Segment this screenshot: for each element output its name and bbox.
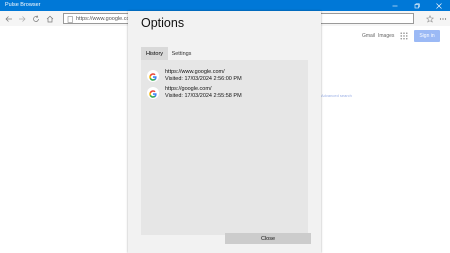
- address-input-value: https://www.google.com: [76, 15, 135, 22]
- page-icon: [67, 15, 73, 23]
- options-dialog: Options History Settings https://www.goo…: [128, 11, 321, 253]
- more-menu-icon: [439, 17, 446, 20]
- history-list: https://www.google.com/ Visited: 17/03/2…: [141, 60, 308, 235]
- google-g-icon: [147, 70, 159, 82]
- history-item-url: https://google.com/: [165, 86, 212, 92]
- close-window-button[interactable]: [428, 0, 450, 11]
- images-link[interactable]: Images: [378, 33, 394, 39]
- minimize-icon: [392, 5, 398, 6]
- history-item-visited: Visited: 17/03/2024 2:56:00 PM: [165, 76, 242, 82]
- tab-history[interactable]: History: [141, 47, 168, 60]
- google-g-icon: [147, 87, 159, 99]
- apps-grid-icon[interactable]: [400, 32, 408, 40]
- back-button[interactable]: [3, 13, 14, 24]
- gmail-link[interactable]: Gmail: [362, 33, 375, 39]
- maximize-icon: [414, 3, 420, 8]
- maximize-button[interactable]: [406, 0, 428, 11]
- home-button[interactable]: [44, 13, 55, 24]
- tab-settings[interactable]: Settings: [168, 47, 195, 60]
- back-arrow-icon: [5, 15, 12, 22]
- window-title: Pulse Browser: [5, 2, 41, 8]
- close-button[interactable]: Close: [225, 233, 311, 244]
- favorite-button[interactable]: [424, 13, 435, 24]
- history-item-visited: Visited: 17/03/2024 2:55:58 PM: [165, 93, 242, 99]
- home-icon: [46, 15, 53, 22]
- sign-in-button[interactable]: Sign in: [414, 30, 440, 42]
- dialog-title: Options: [141, 16, 185, 30]
- advanced-search-link[interactable]: Advanced search: [321, 93, 352, 98]
- more-menu-button[interactable]: [437, 13, 448, 24]
- forward-button[interactable]: [16, 13, 27, 24]
- history-item[interactable]: https://www.google.com/ Visited: 17/03/2…: [147, 67, 302, 85]
- minimize-button[interactable]: [384, 0, 406, 11]
- browser-window: Pulse Browser https://www.google.com Gma…: [0, 0, 450, 253]
- close-icon: [436, 2, 442, 9]
- refresh-button[interactable]: [30, 13, 41, 24]
- history-item-url: https://www.google.com/: [165, 69, 225, 75]
- forward-arrow-icon: [18, 15, 25, 22]
- title-bar: Pulse Browser: [0, 0, 450, 11]
- history-item[interactable]: https://google.com/ Visited: 17/03/2024 …: [147, 84, 302, 102]
- refresh-icon: [32, 14, 39, 22]
- star-icon: [425, 14, 434, 23]
